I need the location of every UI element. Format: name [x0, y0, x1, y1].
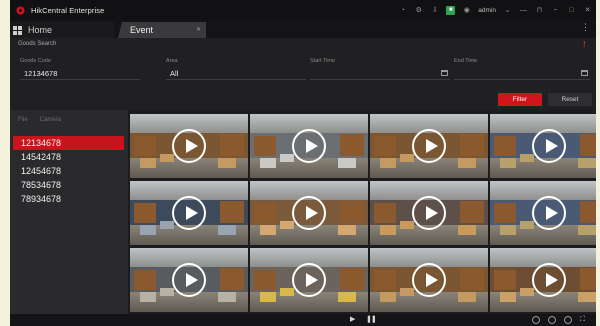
section-title: Goods Search — [18, 41, 57, 47]
area-label: Area — [166, 58, 178, 64]
grid-icon — [13, 25, 22, 35]
maximize-icon[interactable]: □ — [567, 6, 576, 15]
video-tile[interactable] — [250, 114, 368, 178]
video-tile[interactable] — [130, 248, 248, 312]
status-icon[interactable]: ■ — [446, 5, 456, 15]
video-tile[interactable] — [490, 114, 596, 178]
goods-code-field: Goods Code 12134678 — [20, 58, 140, 80]
start-time-field: Start Time — [310, 58, 450, 80]
video-tile[interactable] — [130, 114, 248, 178]
playback-bar: ▶ ❚❚ ⛶ — [10, 314, 596, 326]
title-bar: HikCentral Enterprise ◔ ⚙ ⇩ ■ ◉ admin ⌄ … — [10, 0, 596, 20]
tab-home-label: Home — [28, 25, 53, 35]
goods-code-list: 12134678 14542478 12454678 78534678 7893… — [13, 136, 124, 206]
play-icon[interactable] — [532, 129, 566, 163]
start-time-input[interactable] — [310, 68, 450, 80]
play-icon[interactable] — [292, 129, 326, 163]
app-window: HikCentral Enterprise ◔ ⚙ ⇩ ■ ◉ admin ⌄ … — [10, 0, 596, 326]
end-time-label: End Time — [454, 58, 478, 64]
video-tile[interactable] — [370, 248, 488, 312]
list-item[interactable]: 78934678 — [13, 192, 124, 206]
filter-button[interactable]: Filter — [498, 93, 542, 106]
video-tile[interactable] — [370, 114, 488, 178]
play-icon[interactable] — [532, 263, 566, 297]
goods-search-panel: Goods Search ! Goods Code 12134678 Area … — [10, 38, 596, 110]
play-icon[interactable]: ▶ — [350, 316, 355, 323]
area-field: Area All — [166, 58, 306, 80]
video-tile[interactable] — [250, 248, 368, 312]
start-time-label: Start Time — [310, 58, 336, 64]
area-select[interactable]: All — [166, 68, 306, 80]
video-tile[interactable] — [370, 181, 488, 245]
settings-icon[interactable] — [564, 316, 572, 324]
play-icon[interactable] — [172, 263, 206, 297]
calendar-icon[interactable] — [581, 70, 588, 76]
play-icon[interactable] — [292, 196, 326, 230]
video-tile[interactable] — [490, 248, 596, 312]
app-title: HikCentral Enterprise — [31, 5, 105, 15]
user-icon[interactable]: ◉ — [462, 6, 471, 15]
video-tile[interactable] — [490, 181, 596, 245]
hikvision-logo-icon — [16, 5, 25, 15]
play-icon[interactable] — [412, 263, 446, 297]
capture-icon[interactable] — [532, 316, 540, 324]
play-icon[interactable] — [172, 129, 206, 163]
tab-event-label: Event — [130, 25, 154, 35]
tab-camera[interactable]: Camera — [40, 117, 61, 123]
end-time-field: End Time — [454, 58, 590, 80]
close-icon[interactable]: ✕ — [196, 26, 201, 33]
reset-button[interactable]: Reset — [548, 93, 592, 106]
alert-icon[interactable]: ! — [583, 41, 589, 49]
tab-bar: Home Event ✕ ⋮ — [10, 20, 596, 38]
list-item[interactable]: 12454678 — [13, 164, 124, 178]
end-time-input[interactable] — [454, 68, 590, 80]
play-icon[interactable] — [412, 129, 446, 163]
play-icon[interactable] — [532, 196, 566, 230]
play-icon[interactable] — [412, 196, 446, 230]
goods-code-label: Goods Code — [20, 58, 51, 64]
username[interactable]: admin — [478, 7, 496, 14]
tab-event[interactable]: Event ✕ — [118, 22, 206, 38]
tab-file[interactable]: File — [18, 117, 28, 123]
lock-icon[interactable]: ⊓ — [535, 6, 544, 15]
play-icon[interactable] — [292, 263, 326, 297]
goods-code-input[interactable]: 12134678 — [20, 68, 140, 80]
minimize-window-icon[interactable]: − — [551, 6, 560, 15]
fullscreen-icon[interactable]: ⛶ — [580, 316, 585, 323]
chevron-down-icon[interactable]: ⌄ — [503, 6, 512, 15]
alarm-icon[interactable]: ◔ — [398, 6, 407, 15]
play-icon[interactable] — [172, 196, 206, 230]
list-item[interactable]: 78534678 — [13, 178, 124, 192]
settings-icon[interactable]: ⚙ — [414, 6, 423, 15]
list-item[interactable]: 12134678 — [13, 136, 124, 150]
video-tile[interactable] — [250, 181, 368, 245]
close-window-icon[interactable]: ✕ — [583, 6, 592, 15]
calendar-icon[interactable] — [441, 70, 448, 76]
video-grid — [130, 114, 596, 314]
download-icon[interactable]: ⇩ — [430, 6, 439, 15]
tab-home[interactable]: Home — [10, 22, 114, 38]
video-tile[interactable] — [130, 181, 248, 245]
minimize-icon[interactable]: — — [519, 6, 528, 15]
list-item[interactable]: 14542478 — [13, 150, 124, 164]
record-icon[interactable] — [548, 316, 556, 324]
results-panel: File Camera 12134678 14542478 12454678 7… — [10, 110, 128, 314]
more-icon[interactable]: ⋮ — [581, 23, 590, 32]
pause-icon[interactable]: ❚❚ — [366, 316, 377, 323]
